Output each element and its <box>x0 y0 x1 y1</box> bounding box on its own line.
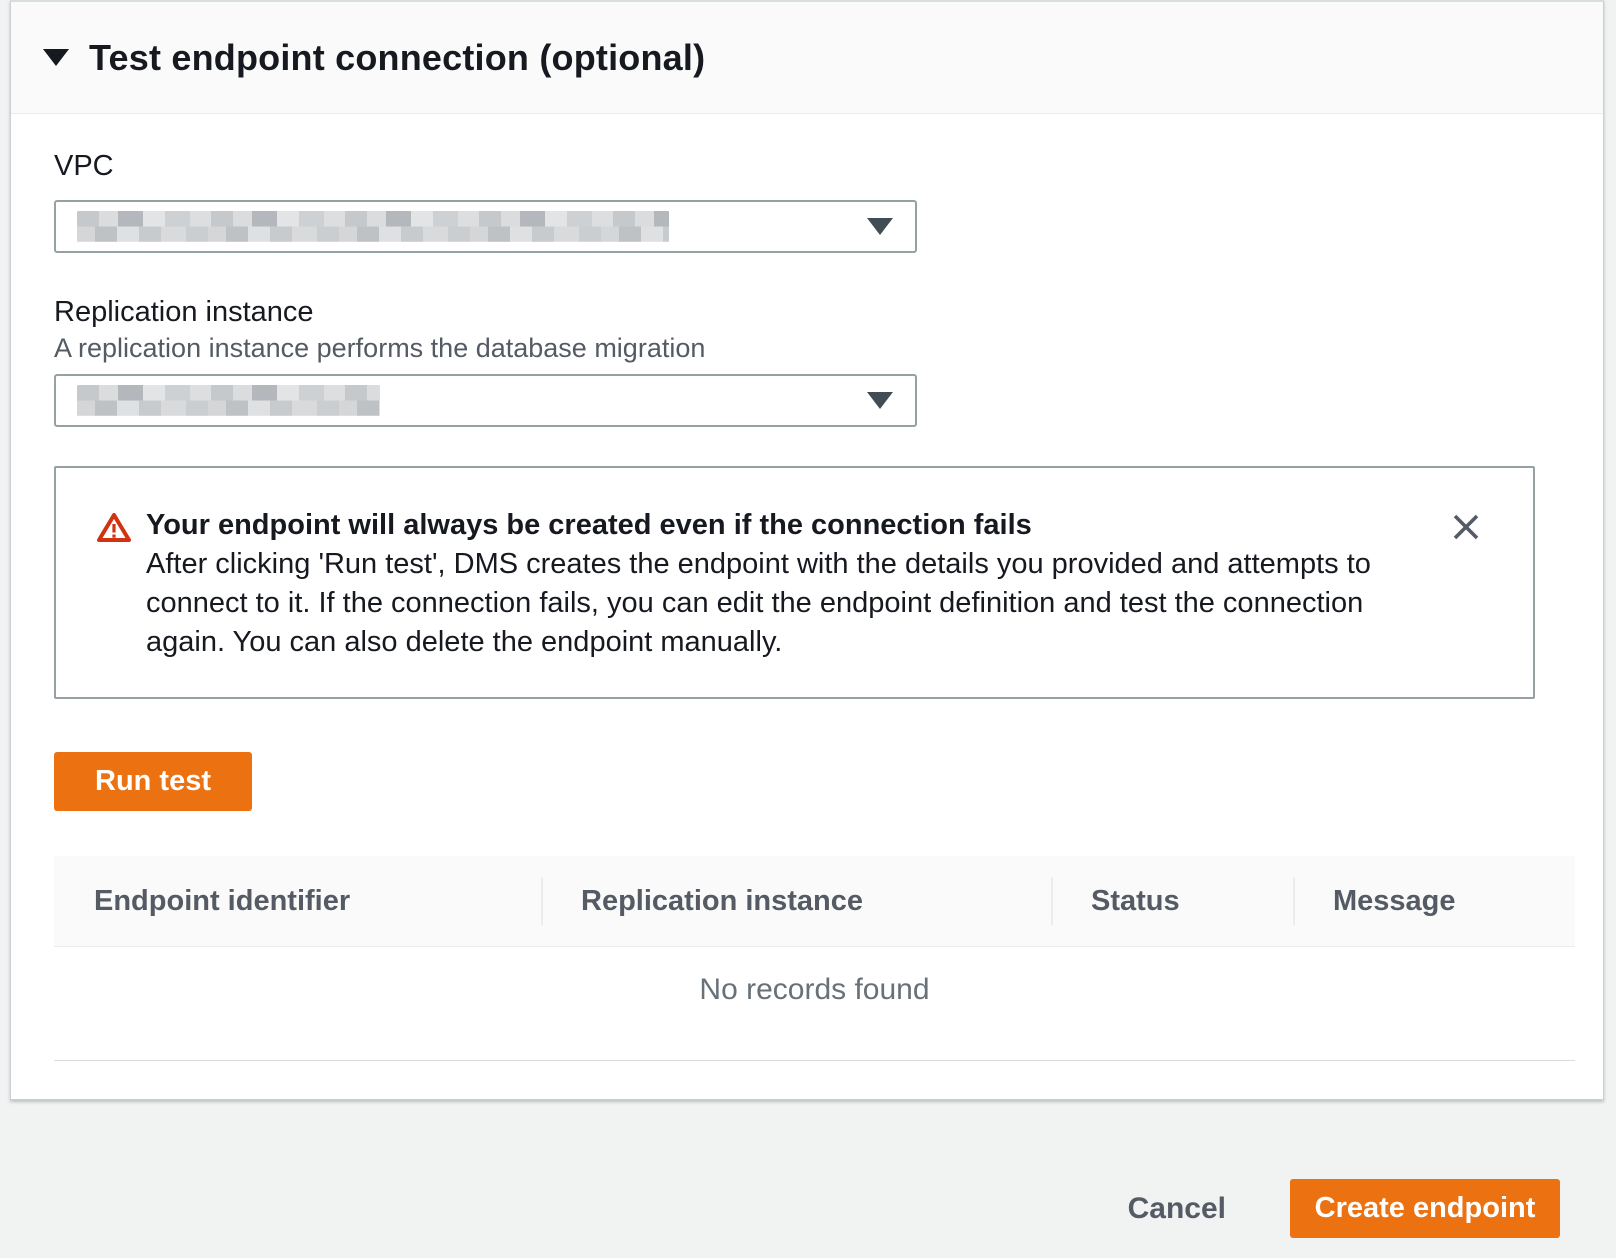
column-header-message: Message <box>1293 856 1575 946</box>
test-endpoint-connection-panel: Test endpoint connection (optional) VPC … <box>10 0 1604 1100</box>
redacted-vpc-value <box>77 211 669 242</box>
select-caret-icon <box>867 392 893 409</box>
form-footer-actions: Cancel Create endpoint <box>1128 1179 1560 1238</box>
replication-instance-label: Replication instance <box>54 296 314 329</box>
section-title: Test endpoint connection (optional) <box>89 37 705 79</box>
empty-state-text: No records found <box>54 947 1575 1060</box>
section-header[interactable]: Test endpoint connection (optional) <box>11 2 1603 114</box>
column-header-replication-instance: Replication instance <box>541 856 1051 946</box>
alert-body: After clicking 'Run test', DMS creates t… <box>146 545 1446 662</box>
table-header-row: Endpoint identifier Replication instance… <box>54 856 1575 947</box>
warning-alert: Your endpoint will always be created eve… <box>54 466 1535 699</box>
run-test-button[interactable]: Run test <box>54 752 252 811</box>
vpc-select[interactable] <box>54 200 917 253</box>
column-header-status: Status <box>1051 856 1293 946</box>
close-icon[interactable] <box>1449 510 1483 544</box>
warning-triangle-icon <box>96 511 132 549</box>
select-caret-icon <box>867 218 893 235</box>
caret-down-icon <box>43 49 69 66</box>
replication-instance-description: A replication instance performs the data… <box>54 333 705 364</box>
alert-title: Your endpoint will always be created eve… <box>146 506 1032 545</box>
cancel-button[interactable]: Cancel <box>1128 1192 1226 1226</box>
vpc-label: VPC <box>54 150 114 183</box>
test-results-table: Endpoint identifier Replication instance… <box>54 856 1575 1061</box>
replication-instance-select[interactable] <box>54 374 917 427</box>
redacted-replication-instance-value <box>77 385 380 416</box>
column-header-endpoint-identifier: Endpoint identifier <box>54 856 541 946</box>
create-endpoint-button[interactable]: Create endpoint <box>1290 1179 1560 1238</box>
